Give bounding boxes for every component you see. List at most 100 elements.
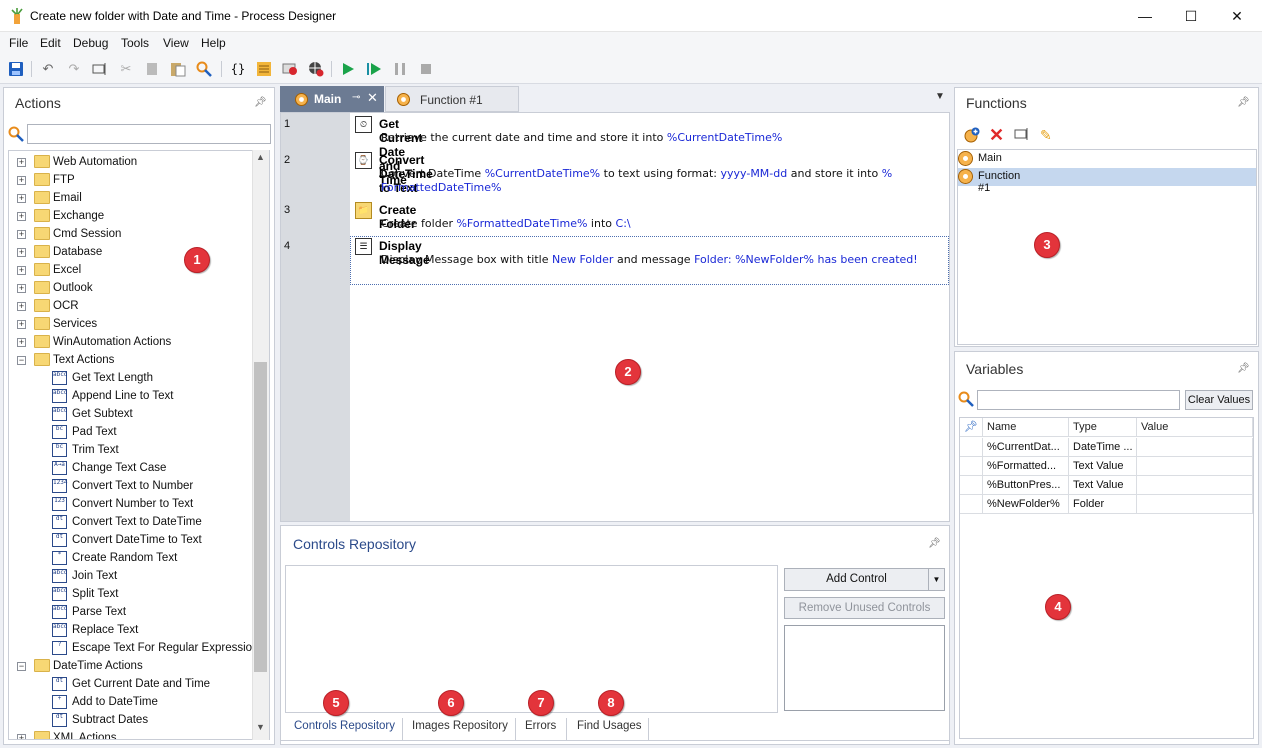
- tree-action[interactable]: bc Pad Text: [9, 423, 255, 441]
- pin-icon[interactable]: 📌︎: [254, 97, 267, 108]
- clear-values-button[interactable]: Clear Values: [1185, 390, 1253, 410]
- delete-function-icon[interactable]: ✕: [989, 126, 1004, 144]
- expand-icon[interactable]: +: [17, 266, 26, 275]
- variable-name-cell[interactable]: %NewFolder%: [983, 495, 1069, 514]
- row-indicator[interactable]: [960, 495, 983, 514]
- pin-column-header[interactable]: 📌︎: [960, 418, 983, 437]
- expand-icon[interactable]: +: [17, 230, 26, 239]
- expand-icon[interactable]: +: [17, 284, 26, 293]
- variable-value-cell[interactable]: [1137, 457, 1253, 476]
- minimize-button[interactable]: —: [1122, 0, 1168, 32]
- tree-action[interactable]: abcd Join Text: [9, 567, 255, 585]
- tree-folder[interactable]: + WinAutomation Actions: [9, 333, 255, 351]
- tree-folder[interactable]: + XML Actions: [9, 729, 255, 739]
- tree-folder[interactable]: + Database: [9, 243, 255, 261]
- tree-folder[interactable]: + Cmd Session: [9, 225, 255, 243]
- run-icon[interactable]: [339, 60, 357, 78]
- tree-folder[interactable]: + Excel: [9, 261, 255, 279]
- redo-icon[interactable]: ↷: [65, 60, 83, 78]
- variable-name-cell[interactable]: %Formatted...: [983, 457, 1069, 476]
- stop-icon[interactable]: [417, 60, 435, 78]
- tree-action[interactable]: A→a Change Text Case: [9, 459, 255, 477]
- variable-name-cell[interactable]: %ButtonPres...: [983, 476, 1069, 495]
- expand-icon[interactable]: +: [17, 194, 26, 203]
- tab-pin-icon[interactable]: ⊸: [352, 92, 360, 103]
- variable-value-cell[interactable]: [1137, 495, 1253, 514]
- pin-icon[interactable]: 📌︎: [1237, 97, 1250, 108]
- maximize-button[interactable]: ☐: [1168, 0, 1214, 32]
- remove-unused-controls-button[interactable]: Remove Unused Controls: [784, 597, 945, 619]
- tab-close-icon[interactable]: ✕: [367, 90, 378, 106]
- column-header-type[interactable]: Type: [1069, 418, 1137, 437]
- expand-icon[interactable]: +: [17, 302, 26, 311]
- tree-action[interactable]: abcd Get Subtext: [9, 405, 255, 423]
- expand-icon[interactable]: +: [17, 248, 26, 257]
- row-indicator[interactable]: [960, 476, 983, 495]
- run-next-icon[interactable]: [365, 60, 383, 78]
- variable-type-cell[interactable]: DateTime ...: [1069, 438, 1137, 457]
- tab-dropdown-icon[interactable]: ▼: [935, 91, 945, 102]
- notes-icon[interactable]: [255, 60, 273, 78]
- menu-view[interactable]: View: [163, 36, 189, 50]
- tab-images-repository[interactable]: Images Repository: [412, 720, 508, 740]
- expand-icon[interactable]: −: [17, 356, 26, 365]
- tree-action[interactable]: abcd Append Line to Text: [9, 387, 255, 405]
- paste-icon[interactable]: [169, 60, 187, 78]
- tree-action[interactable]: abcd Get Text Length: [9, 369, 255, 387]
- expand-icon[interactable]: +: [17, 320, 26, 329]
- tree-folder[interactable]: + FTP: [9, 171, 255, 189]
- record-icon[interactable]: [281, 60, 299, 78]
- pin-icon[interactable]: 📌︎: [928, 538, 941, 549]
- variables-search-input[interactable]: [977, 390, 1180, 410]
- expand-icon[interactable]: +: [17, 212, 26, 221]
- add-control-button[interactable]: Add Control: [784, 568, 929, 591]
- expand-icon[interactable]: +: [17, 176, 26, 185]
- menu-help[interactable]: Help: [201, 36, 226, 50]
- actions-search-input[interactable]: [27, 124, 271, 144]
- expand-icon[interactable]: +: [17, 734, 26, 739]
- tree-action[interactable]: dt Convert DateTime to Text: [9, 531, 255, 549]
- variable-value-cell[interactable]: [1137, 476, 1253, 495]
- rename-icon[interactable]: [91, 60, 109, 78]
- expand-icon[interactable]: +: [17, 158, 26, 167]
- tree-folder[interactable]: − Text Actions: [9, 351, 255, 369]
- undo-icon[interactable]: ↶: [39, 60, 57, 78]
- variable-type-cell[interactable]: Text Value: [1069, 476, 1137, 495]
- tree-folder[interactable]: + Exchange: [9, 207, 255, 225]
- rename-function-icon[interactable]: [1014, 127, 1030, 144]
- tree-action[interactable]: dt Get Current Date and Time: [9, 675, 255, 693]
- menu-tools[interactable]: Tools: [121, 36, 149, 50]
- edit-function-icon[interactable]: ✎: [1040, 127, 1052, 144]
- tree-action[interactable]: bc Trim Text: [9, 441, 255, 459]
- variable-value-cell[interactable]: [1137, 438, 1253, 457]
- tree-folder[interactable]: + OCR: [9, 297, 255, 315]
- tree-action[interactable]: abcd Replace Text: [9, 621, 255, 639]
- add-function-icon[interactable]: [963, 127, 980, 147]
- tree-folder[interactable]: + Web Automation: [9, 153, 255, 171]
- tree-action[interactable]: + Add to DateTime: [9, 693, 255, 711]
- row-indicator[interactable]: [960, 438, 983, 457]
- column-header-name[interactable]: Name: [983, 418, 1069, 437]
- tree-scrollbar-thumb[interactable]: [254, 362, 267, 672]
- add-control-dropdown-icon[interactable]: ▼: [928, 568, 945, 591]
- variable-type-cell[interactable]: Text Value: [1069, 457, 1137, 476]
- braces-icon[interactable]: {}: [229, 60, 247, 78]
- menu-file[interactable]: File: [9, 36, 28, 50]
- scroll-down-icon[interactable]: ▼: [254, 722, 267, 736]
- tab-controls-repository[interactable]: Controls Repository: [294, 720, 395, 740]
- tree-folder[interactable]: + Outlook: [9, 279, 255, 297]
- tree-folder[interactable]: + Email: [9, 189, 255, 207]
- tree-folder[interactable]: + Services: [9, 315, 255, 333]
- function-item[interactable]: [958, 150, 1256, 168]
- tree-action[interactable]: 123 Convert Number to Text: [9, 495, 255, 513]
- pin-icon[interactable]: 📌︎: [1237, 363, 1250, 374]
- tree-action[interactable]: abcd Parse Text: [9, 603, 255, 621]
- find-icon[interactable]: [195, 60, 213, 78]
- menu-debug[interactable]: Debug: [73, 36, 108, 50]
- pause-icon[interactable]: [391, 60, 409, 78]
- tree-action[interactable]: dt Convert Text to DateTime: [9, 513, 255, 531]
- close-button[interactable]: ✕: [1214, 0, 1260, 32]
- tree-action[interactable]: dt Subtract Dates: [9, 711, 255, 729]
- variable-name-cell[interactable]: %CurrentDat...: [983, 438, 1069, 457]
- web-recorder-icon[interactable]: [307, 60, 325, 78]
